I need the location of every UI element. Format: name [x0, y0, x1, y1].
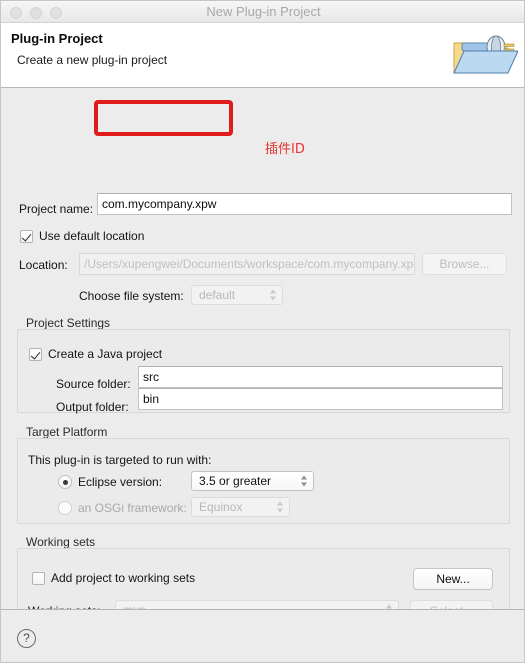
- project-name-input[interactable]: com.mycompany.xpw: [97, 193, 512, 215]
- create-java-project-label: Create a Java project: [48, 347, 163, 361]
- project-settings-group-title: Project Settings: [23, 316, 114, 330]
- location-input[interactable]: /Users/xupengwei/Documents/workspace/com…: [79, 253, 415, 275]
- source-folder-input[interactable]: src: [138, 366, 503, 388]
- new-working-set-button[interactable]: New...: [413, 568, 493, 590]
- target-platform-group-title: Target Platform: [23, 425, 111, 439]
- help-icon[interactable]: ?: [17, 629, 36, 648]
- choose-file-system-select[interactable]: default: [191, 285, 283, 305]
- use-default-location-label: Use default location: [39, 229, 145, 243]
- choose-file-system-value: default: [199, 288, 236, 302]
- source-folder-label: Source folder:: [56, 377, 131, 391]
- wizard-header: Plug-in Project Create a new plug-in pro…: [1, 23, 524, 88]
- osgi-framework-value: Equinox: [199, 500, 243, 514]
- title-bar: New Plug-in Project: [1, 1, 524, 23]
- osgi-framework-select[interactable]: Equinox: [191, 497, 290, 517]
- add-project-to-working-sets-checkbox[interactable]: [32, 572, 45, 585]
- plugin-project-icon: [446, 27, 519, 85]
- target-platform-intro: This plug-in is targeted to run with:: [28, 453, 212, 467]
- dialog-footer: ? < Back Next > Cancel Finish: [1, 609, 524, 662]
- chevron-updown-icon: [300, 475, 308, 488]
- browse-button[interactable]: Browse...: [422, 253, 507, 275]
- window-title: New Plug-in Project: [206, 4, 321, 19]
- plugin-id-annotation: 插件ID: [265, 142, 305, 157]
- osgi-framework-radio[interactable]: [58, 501, 72, 515]
- output-folder-input[interactable]: bin: [138, 388, 503, 410]
- osgi-framework-label: an OSGi framework:: [78, 501, 187, 515]
- location-label: Location:: [19, 258, 68, 272]
- page-title: Plug-in Project: [11, 31, 103, 46]
- create-java-project-checkbox[interactable]: [29, 348, 42, 361]
- wizard-body: Project name: com.mycompany.xpw Use defa…: [1, 89, 524, 638]
- eclipse-version-value: 3.5 or greater: [199, 474, 272, 488]
- chevron-updown-icon: [276, 501, 284, 514]
- new-plugin-project-dialog: New Plug-in Project Plug-in Project Crea…: [0, 0, 525, 663]
- eclipse-version-label: Eclipse version:: [78, 475, 163, 489]
- eclipse-version-select[interactable]: 3.5 or greater: [191, 471, 314, 491]
- working-sets-group-title: Working sets: [23, 535, 99, 549]
- chevron-updown-icon: [269, 289, 277, 302]
- page-subtitle: Create a new plug-in project: [17, 53, 168, 67]
- use-default-location-checkbox[interactable]: [20, 230, 33, 243]
- project-name-label: Project name:: [19, 202, 94, 216]
- choose-file-system-label: Choose file system:: [79, 289, 184, 303]
- eclipse-version-radio[interactable]: [58, 475, 72, 489]
- add-project-to-working-sets-label: Add project to working sets: [51, 571, 196, 585]
- output-folder-label: Output folder:: [56, 400, 129, 414]
